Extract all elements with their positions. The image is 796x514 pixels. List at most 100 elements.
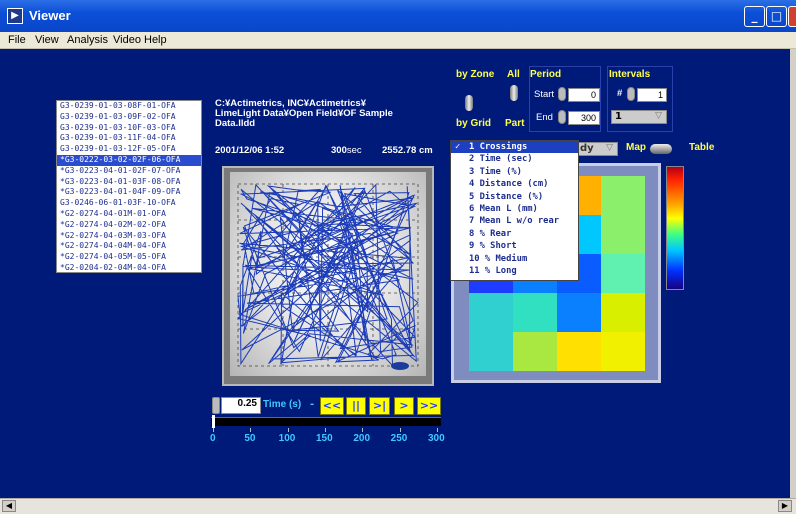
- maximize-button[interactable]: □: [766, 6, 787, 27]
- file-list-item[interactable]: *G2-0274-04-04M-04-OFA: [57, 241, 201, 252]
- measure-option[interactable]: 8 % Rear: [451, 228, 578, 240]
- by-grid-label: by Grid: [456, 118, 492, 129]
- file-list-item[interactable]: *G3-0223-04-01-04F-09-OFA: [57, 187, 201, 198]
- interval-input[interactable]: 1: [637, 88, 667, 102]
- file-list[interactable]: G3-0239-01-03-08F-01-OFA G3-0239-01-03-09…: [56, 100, 202, 273]
- measure-option[interactable]: 7 Mean L w/o rear: [451, 215, 578, 227]
- step-unit-label: Time (s): [263, 399, 302, 410]
- measure-option[interactable]: 6 Mean L (mm): [451, 203, 578, 215]
- measure-option[interactable]: 9 % Short: [451, 240, 578, 252]
- all-part-toggle[interactable]: [510, 85, 518, 101]
- end-label: End: [536, 112, 553, 123]
- separator-dot: -: [310, 399, 315, 410]
- fast-forward-button[interactable]: >>: [417, 397, 441, 415]
- file-list-item[interactable]: *G2-0274-04-03M-03-OFA: [57, 231, 201, 242]
- measure-option[interactable]: 4 Distance (cm): [451, 178, 578, 190]
- menu-file[interactable]: File: [8, 34, 26, 46]
- heatmap-cell: [601, 176, 645, 215]
- heatmap-cell: [601, 254, 645, 293]
- end-input[interactable]: 300: [568, 111, 600, 125]
- timeline-tick-label: 50: [244, 433, 256, 444]
- chevron-down-icon: ▽: [655, 111, 662, 121]
- file-list-item[interactable]: *G3-0223-04-01-03F-08-OFA: [57, 177, 201, 188]
- play-button[interactable]: >: [394, 397, 414, 415]
- file-list-item[interactable]: *G2-0204-02-04M-04-OFA: [57, 263, 201, 274]
- menu-view[interactable]: View: [35, 34, 59, 46]
- zone-grid-toggle[interactable]: [465, 95, 473, 111]
- pause-button[interactable]: ||: [346, 397, 366, 415]
- measure-option[interactable]: 10 % Medium: [451, 253, 578, 265]
- rewind-button[interactable]: <<: [320, 397, 344, 415]
- step-spinner[interactable]: [212, 397, 220, 414]
- timeline-tick-label: 250: [390, 433, 408, 444]
- menu-help[interactable]: Help: [144, 34, 167, 46]
- horizontal-scrollbar[interactable]: [0, 498, 796, 514]
- study-select[interactable]: dy ▽: [575, 142, 618, 156]
- heatmap-cell: [557, 293, 601, 332]
- file-list-item[interactable]: G3-0239-01-03-11F-04-OFA: [57, 133, 201, 144]
- duration-value: 300: [331, 145, 347, 156]
- file-list-item[interactable]: G3-0239-01-03-12F-05-OFA: [57, 144, 201, 155]
- menu-video[interactable]: Video: [113, 34, 141, 46]
- step-forward-button[interactable]: >|: [369, 397, 390, 415]
- menu-bar: File View Analysis Video Help: [0, 32, 796, 49]
- measure-dropdown-list[interactable]: ✓ 1 Crossings 2 Time (sec) 3 Time (%) 4 Dist…: [450, 140, 579, 281]
- start-spinner[interactable]: [558, 87, 566, 101]
- close-button[interactable]: [788, 6, 796, 27]
- scroll-right-icon[interactable]: ▶: [778, 500, 792, 512]
- map-table-toggle[interactable]: [650, 144, 672, 154]
- app-icon: ▶: [7, 8, 23, 24]
- file-list-item[interactable]: G3-0239-01-03-09F-02-OFA: [57, 112, 201, 123]
- animal-position: [391, 362, 409, 370]
- interval-spinner[interactable]: [627, 87, 635, 101]
- minimize-button[interactable]: _: [744, 6, 765, 27]
- measure-option-label: 9 % Short: [469, 241, 517, 252]
- title-bar: ▶ Viewer _ □: [0, 0, 796, 32]
- scroll-left-icon[interactable]: ◀: [2, 500, 16, 512]
- start-label: Start: [534, 89, 555, 100]
- step-input[interactable]: 0.25: [221, 397, 261, 414]
- file-list-item[interactable]: *G2-0274-04-02M-02-OFA: [57, 220, 201, 231]
- start-input[interactable]: 0: [568, 88, 600, 102]
- file-list-item[interactable]: *G3-0222-03-02-02F-06-OFA: [57, 154, 201, 166]
- color-scale-bar: [666, 166, 684, 290]
- timeline-tick-label: 100: [278, 433, 296, 444]
- file-list-item[interactable]: G3-0239-01-03-08F-01-OFA: [57, 101, 201, 112]
- timeline-tick-label: 300: [428, 433, 445, 444]
- timeline-tick: [287, 428, 289, 432]
- timeline-tick: [213, 428, 214, 432]
- measure-option[interactable]: 2 Time (sec): [451, 153, 578, 165]
- interval-select-value: 1: [615, 111, 622, 122]
- measure-option-label: 4 Distance (cm): [469, 179, 549, 190]
- timeline-thumb[interactable]: [212, 415, 215, 428]
- measure-option-label: 3 Time (%): [469, 166, 522, 177]
- timeline-slider[interactable]: [211, 417, 441, 426]
- timeline-tick-label: 0: [210, 433, 216, 444]
- measure-option[interactable]: 3 Time (%): [451, 166, 578, 178]
- heatmap-cell: [601, 332, 645, 371]
- measure-option[interactable]: 5 Distance (%): [451, 191, 578, 203]
- measure-option-label: 1 Crossings: [469, 142, 528, 152]
- measure-option-label: 6 Mean L (mm): [469, 203, 538, 214]
- timeline-tick-label: 150: [316, 433, 333, 444]
- interval-select[interactable]: 1 ▽: [611, 110, 667, 124]
- file-path: C:¥Actimetrics, INC¥Actimetrics¥ LimeLig…: [215, 99, 445, 129]
- session-date: 2001/12/06 1:52: [215, 145, 285, 156]
- intervals-label: Intervals: [609, 69, 651, 80]
- by-zone-label: by Zone: [456, 69, 495, 80]
- menu-analysis[interactable]: Analysis: [67, 34, 108, 46]
- heatmap-cell: [557, 332, 601, 371]
- vertical-scrollbar[interactable]: [790, 49, 796, 498]
- file-list-item[interactable]: *G2-0274-04-01M-01-OFA: [57, 209, 201, 220]
- measure-option[interactable]: ✓ 1 Crossings: [451, 141, 578, 154]
- measure-option[interactable]: 11 % Long: [451, 265, 578, 277]
- file-list-item[interactable]: G3-0246-06-01-03F-10-OFA: [57, 198, 201, 209]
- file-list-item[interactable]: G3-0239-01-03-10F-03-OFA: [57, 123, 201, 134]
- timeline-tick: [250, 428, 252, 432]
- study-select-value: dy: [580, 143, 594, 154]
- end-spinner[interactable]: [558, 110, 566, 124]
- timeline-tick: [325, 428, 326, 432]
- part-label: Part: [505, 118, 525, 129]
- file-list-item[interactable]: *G3-0223-04-01-02F-07-OFA: [57, 166, 201, 177]
- file-list-item[interactable]: *G2-0274-04-05M-05-OFA: [57, 252, 201, 263]
